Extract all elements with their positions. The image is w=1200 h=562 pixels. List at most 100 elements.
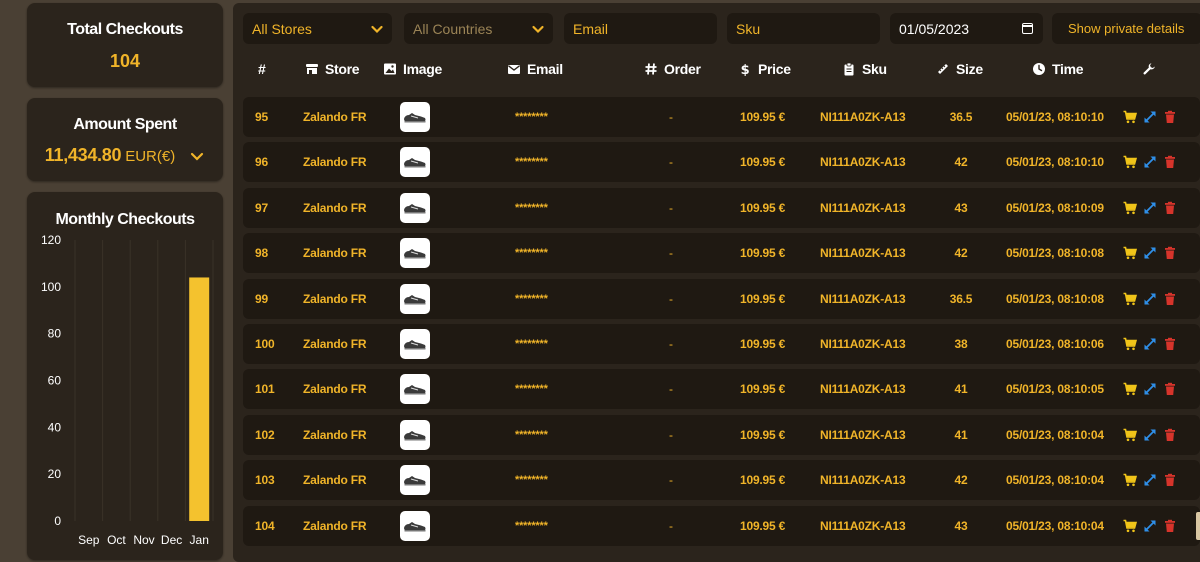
row-number: 97 <box>255 201 268 215</box>
calendar-icon[interactable] <box>1022 23 1033 34</box>
cart-icon[interactable] <box>1123 110 1137 124</box>
row-product-image[interactable] <box>400 511 430 541</box>
row-product-image[interactable] <box>400 284 430 314</box>
amount-spent-row[interactable]: 11,434.80 EUR(€) <box>27 145 223 166</box>
row-size: 41 <box>954 382 968 396</box>
countries-select-value: All Countries <box>413 20 493 37</box>
total-checkouts-title: Total Checkouts <box>67 21 183 38</box>
table-row[interactable]: 99 Zalando FR ******** - 109.95 € NI111A0ZK-A… <box>243 279 1200 319</box>
table-row[interactable]: 101 Zalando FR ******** - 109.95 € NI111A0ZK-… <box>243 369 1200 409</box>
row-sku: NI111A0ZK-A13 <box>820 382 906 396</box>
email-filter-input[interactable]: Email <box>564 13 717 44</box>
row-number: 100 <box>255 337 275 351</box>
trash-icon[interactable] <box>1163 519 1177 533</box>
expand-icon[interactable] <box>1143 473 1157 487</box>
header-sku[interactable]: Sku <box>842 59 887 79</box>
chevron-down-icon[interactable] <box>189 148 205 164</box>
chart-xtick-label: Sep <box>78 533 100 547</box>
row-order: - <box>669 110 673 124</box>
row-order: - <box>669 155 673 169</box>
stores-select[interactable]: All Stores <box>243 13 392 44</box>
header-price[interactable]: $ Price <box>738 59 791 79</box>
chart-ytick-label: 60 <box>48 374 62 388</box>
table-row[interactable]: 96 Zalando FR ******** - 109.95 € NI111A0ZK-A… <box>243 142 1200 182</box>
row-sku: NI111A0ZK-A13 <box>820 155 906 169</box>
trash-icon[interactable] <box>1163 473 1177 487</box>
trash-icon[interactable] <box>1163 292 1177 306</box>
header-email[interactable]: Email <box>507 59 563 79</box>
row-sku: NI111A0ZK-A13 <box>820 292 906 306</box>
trash-icon[interactable] <box>1163 337 1177 351</box>
expand-icon[interactable] <box>1143 519 1157 533</box>
table-row[interactable]: 102 Zalando FR ******** - 109.95 € NI111A0ZK-… <box>243 415 1200 455</box>
row-size: 42 <box>954 246 968 260</box>
countries-select[interactable]: All Countries <box>404 13 553 44</box>
date-filter-input[interactable]: 01/05/2023 <box>890 13 1043 44</box>
header-store[interactable]: Store <box>305 59 360 79</box>
expand-icon[interactable] <box>1143 292 1157 306</box>
row-store: Zalando FR <box>303 246 367 260</box>
row-email: ******** <box>515 202 548 214</box>
sneaker-icon <box>404 113 426 123</box>
table-row[interactable]: 98 Zalando FR ******** - 109.95 € NI111A0ZK-A… <box>243 233 1200 273</box>
row-product-image[interactable] <box>400 147 430 177</box>
row-email: ******** <box>515 520 548 532</box>
table-row[interactable]: 97 Zalando FR ******** - 109.95 € NI111A0ZK-A… <box>243 188 1200 228</box>
cart-icon[interactable] <box>1123 155 1137 169</box>
table-row[interactable]: 100 Zalando FR ******** - 109.95 € NI111A0ZK-… <box>243 324 1200 364</box>
monthly-checkouts-chart: 120 100 80 60 40 20 0 Sep Oct Nov Dec Jan <box>41 233 214 547</box>
cart-icon[interactable] <box>1123 428 1137 442</box>
cart-icon[interactable] <box>1123 201 1137 215</box>
row-product-image[interactable] <box>400 465 430 495</box>
header-image-label: Image <box>403 61 442 77</box>
row-store: Zalando FR <box>303 201 367 215</box>
cart-icon[interactable] <box>1123 337 1137 351</box>
expand-icon[interactable] <box>1143 337 1157 351</box>
trash-icon[interactable] <box>1163 428 1177 442</box>
row-size: 41 <box>954 428 968 442</box>
cart-icon[interactable] <box>1123 246 1137 260</box>
trash-icon[interactable] <box>1163 382 1177 396</box>
sneaker-icon <box>404 158 426 168</box>
expand-icon[interactable] <box>1143 201 1157 215</box>
chart-bar-jan[interactable] <box>189 277 210 521</box>
trash-icon[interactable] <box>1163 155 1177 169</box>
table-row[interactable]: 95 Zalando FR ******** - 109.95 € NI111A0ZK-A… <box>243 97 1200 137</box>
table-row[interactable]: 104 Zalando FR ******** - 109.95 € NI111A0ZK-… <box>243 506 1200 546</box>
expand-icon[interactable] <box>1143 382 1157 396</box>
row-number: 103 <box>255 473 275 487</box>
row-product-image[interactable] <box>400 329 430 359</box>
cart-icon[interactable] <box>1123 519 1137 533</box>
scrollbar-thumb[interactable] <box>1196 512 1200 540</box>
sneaker-icon <box>404 522 426 532</box>
row-product-image[interactable] <box>400 238 430 268</box>
trash-icon[interactable] <box>1163 201 1177 215</box>
expand-icon[interactable] <box>1143 428 1157 442</box>
header-time[interactable]: Time <box>1032 59 1084 79</box>
trash-icon[interactable] <box>1163 110 1177 124</box>
expand-icon[interactable] <box>1143 155 1157 169</box>
expand-icon[interactable] <box>1143 110 1157 124</box>
row-product-image[interactable] <box>400 420 430 450</box>
header-size[interactable]: Size <box>936 59 983 79</box>
sku-filter-placeholder: Sku <box>736 20 761 37</box>
row-actions <box>1123 506 1177 546</box>
header-order[interactable]: Order <box>644 59 701 79</box>
table-row[interactable]: 103 Zalando FR ******** - 109.95 € NI111A0ZK-… <box>243 460 1200 500</box>
row-product-image[interactable] <box>400 374 430 404</box>
show-private-details-button[interactable]: Show private details <box>1052 13 1200 44</box>
sneaker-icon <box>404 431 426 441</box>
row-product-image[interactable] <box>400 102 430 132</box>
chart-ytick-label: 40 <box>48 420 62 434</box>
cart-icon[interactable] <box>1123 473 1137 487</box>
row-email: ******** <box>515 474 548 486</box>
row-product-image[interactable] <box>400 193 430 223</box>
expand-icon[interactable] <box>1143 246 1157 260</box>
cart-icon[interactable] <box>1123 292 1137 306</box>
sku-filter-input[interactable]: Sku <box>727 13 880 44</box>
header-email-label: Email <box>527 61 563 77</box>
cart-icon[interactable] <box>1123 382 1137 396</box>
row-sku: NI111A0ZK-A13 <box>820 519 906 533</box>
trash-icon[interactable] <box>1163 246 1177 260</box>
row-time: 05/01/23, 08:10:09 <box>1006 201 1104 215</box>
